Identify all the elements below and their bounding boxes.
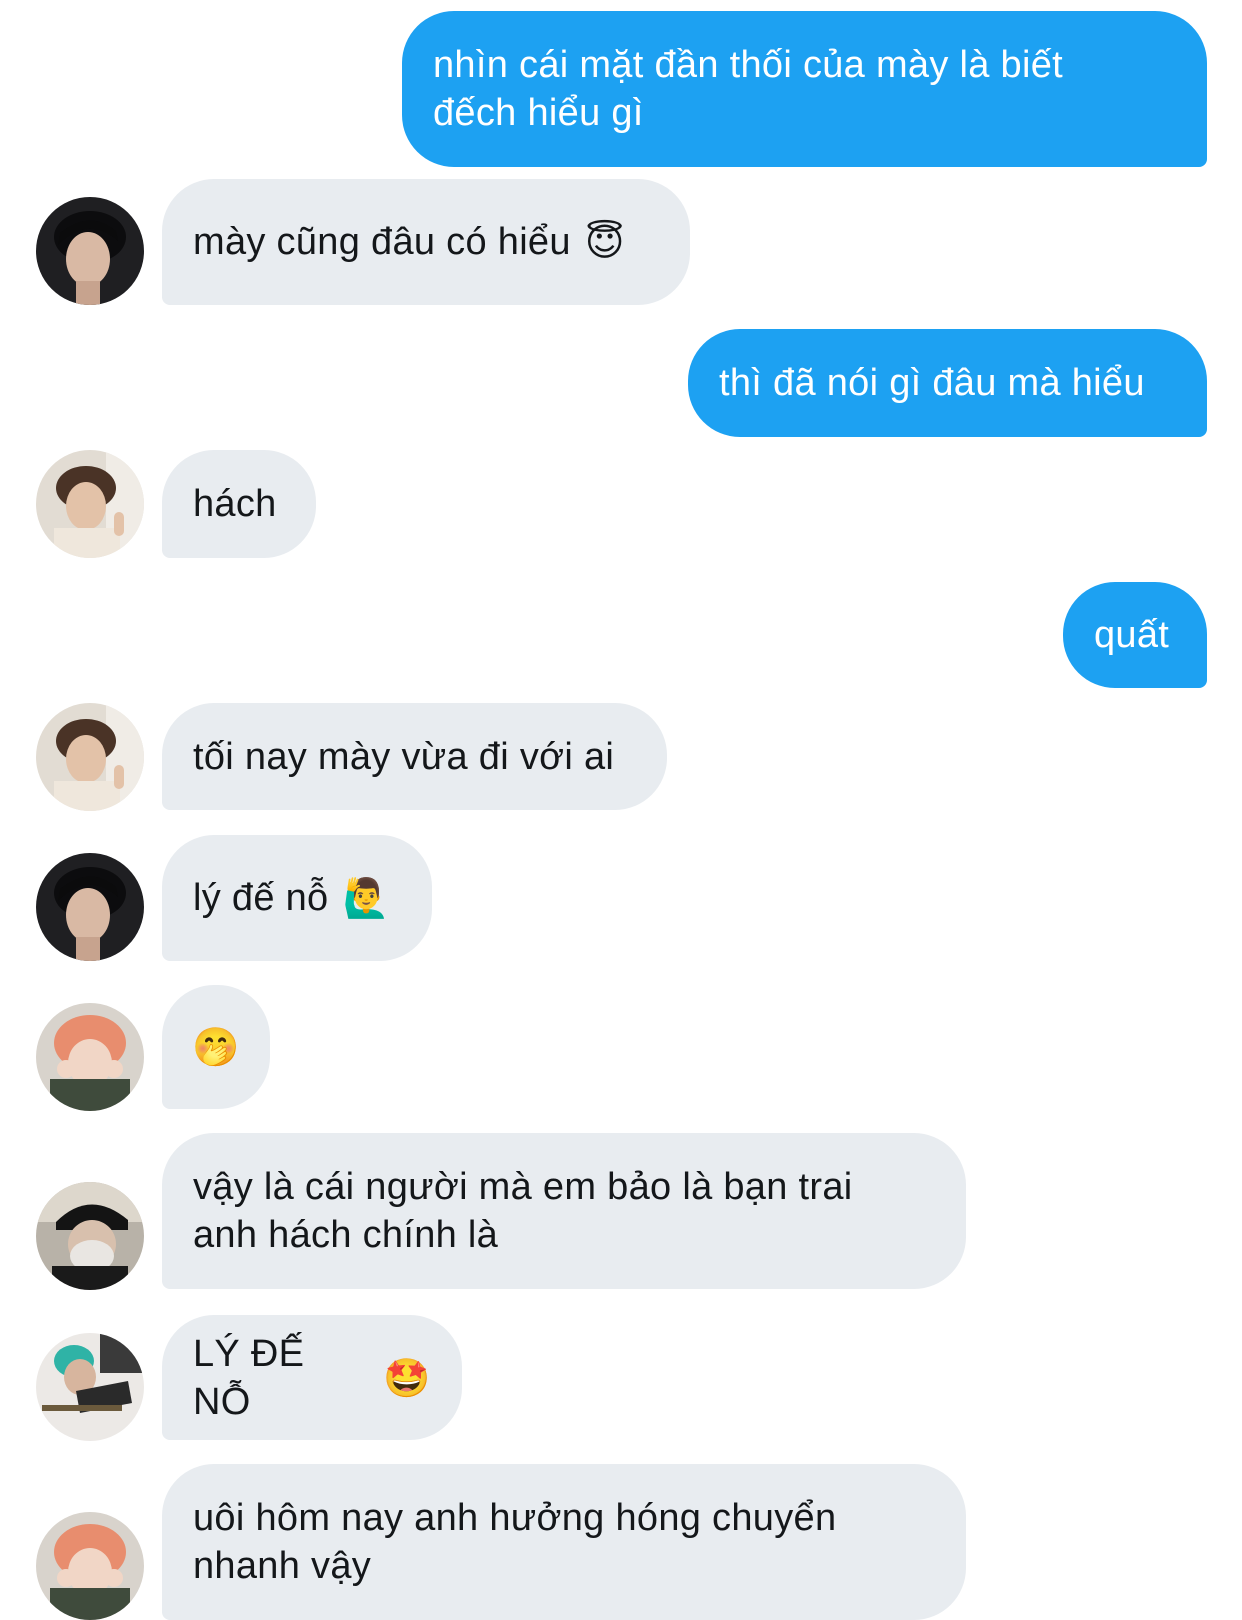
avatar[interactable] bbox=[36, 1003, 144, 1111]
message-bubble-outgoing[interactable]: quất bbox=[1063, 582, 1207, 688]
avatar[interactable] bbox=[36, 1333, 144, 1441]
avatar[interactable] bbox=[36, 197, 144, 305]
message-bubble-outgoing[interactable]: thì đã nói gì đâu mà hiểu bbox=[688, 329, 1207, 437]
message-bubble-incoming[interactable]: uôi hôm nay anh hưởng hóng chuyển nhanh … bbox=[162, 1464, 966, 1620]
avatar[interactable] bbox=[36, 1512, 144, 1620]
message-bubble-outgoing[interactable]: nhìn cái mặt đần thối của mày là biết đế… bbox=[402, 11, 1207, 167]
face-with-hand-over-mouth-emoji: 🤭 bbox=[192, 1025, 240, 1069]
message-bubble-incoming[interactable]: hách bbox=[162, 450, 316, 558]
man-raising-hand-emoji: 🙋‍♂️ bbox=[342, 876, 391, 920]
message-text: nhìn cái mặt đần thối của mày là biết đế… bbox=[433, 44, 1064, 134]
message-text: quất bbox=[1094, 614, 1170, 656]
message-bubble-incoming[interactable]: vậy là cái người mà em bảo là bạn trai a… bbox=[162, 1133, 966, 1289]
message-text: mày cũng đâu có hiểu bbox=[193, 221, 571, 263]
message-text: hách bbox=[193, 483, 277, 525]
message-text: LÝ ĐẾ NỖ bbox=[193, 1332, 305, 1423]
smiling-face-with-halo-emoji: 😇 bbox=[584, 220, 625, 264]
message-text: uôi hôm nay anh hưởng hóng chuyển nhanh … bbox=[193, 1497, 837, 1587]
message-text: thì đã nói gì đâu mà hiểu bbox=[719, 362, 1145, 404]
avatar[interactable] bbox=[36, 853, 144, 961]
avatar[interactable] bbox=[36, 450, 144, 558]
message-bubble-incoming[interactable]: LÝ ĐẾ NỖ 🤩 bbox=[162, 1315, 462, 1440]
avatar[interactable] bbox=[36, 1182, 144, 1290]
message-thread: nhìn cái mặt đần thối của mày là biết đế… bbox=[0, 0, 1242, 1620]
message-text: tối nay mày vừa đi với ai bbox=[193, 735, 615, 778]
avatar[interactable] bbox=[36, 703, 144, 811]
message-bubble-incoming[interactable]: tối nay mày vừa đi với ai bbox=[162, 703, 667, 810]
message-text: vậy là cái người mà em bảo là bạn trai a… bbox=[193, 1166, 853, 1256]
message-bubble-incoming[interactable]: 🤭 bbox=[162, 985, 270, 1109]
star-struck-emoji: 🤩 bbox=[383, 1355, 431, 1400]
message-bubble-incoming[interactable]: mày cũng đâu có hiểu 😇 bbox=[162, 179, 690, 305]
message-text: lý đế nỗ bbox=[193, 877, 329, 919]
message-bubble-incoming[interactable]: lý đế nỗ 🙋‍♂️ bbox=[162, 835, 432, 961]
